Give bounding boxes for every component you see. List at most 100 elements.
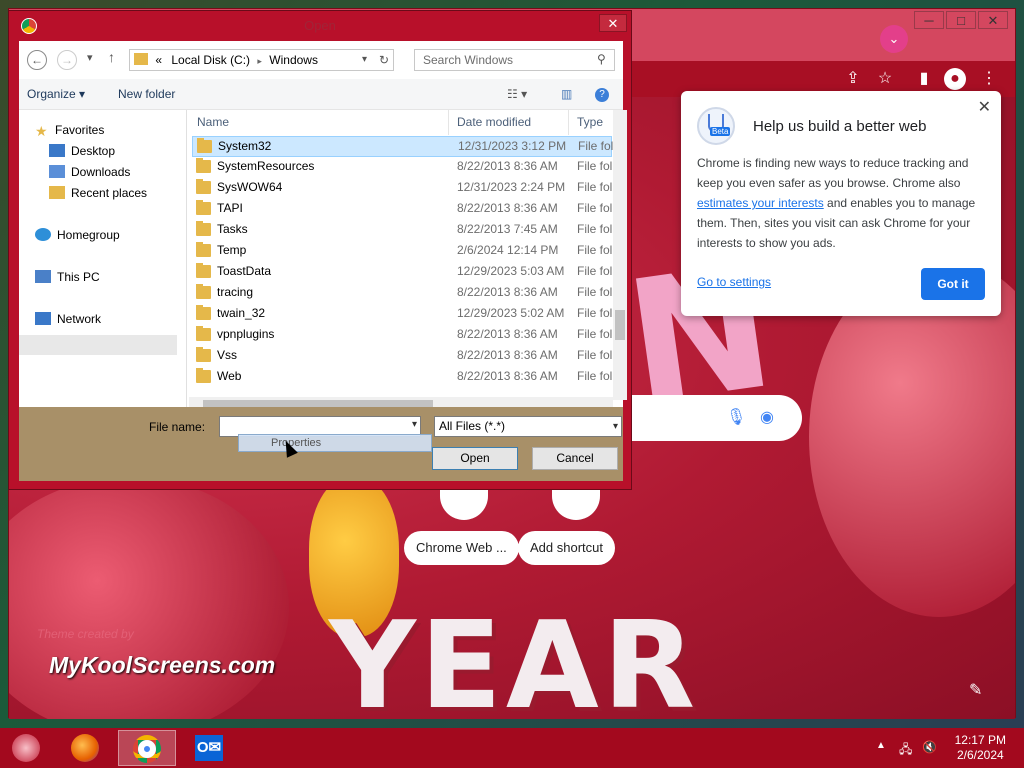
file-date: 12/29/2023 5:02 AM [457,306,565,320]
file-row[interactable]: ToastData 12/29/2023 5:03 AM File fol [192,262,612,283]
recent-locations-chevron-icon[interactable]: ▾ [87,51,93,64]
network-icon [35,312,51,325]
file-row[interactable]: Web 8/22/2013 8:36 AM File fol [192,367,612,388]
address-bar[interactable]: « Local Disk (C:) ▸ Windows ▾ ↻ [129,49,394,71]
downloads-icon [49,165,65,178]
help-icon[interactable]: ? [595,88,609,102]
file-type: File fol [577,222,613,236]
clock-date: 2/6/2024 [956,748,1004,762]
shortcut-chrome-web-store[interactable]: Chrome Web ... [404,531,519,565]
column-header-date[interactable]: Date modified [449,110,569,135]
nav-network[interactable]: Network [35,312,101,326]
file-type: File fol [577,264,613,278]
vertical-scrollbar[interactable] [613,110,627,400]
system-clock[interactable]: 12:17 PM 2/6/2024 [955,733,1006,763]
nav-homegroup[interactable]: Homegroup [35,228,120,242]
up-arrow-icon[interactable]: ↑ [108,49,115,65]
breadcrumb-prefix[interactable]: « [155,53,162,67]
estimates-interests-link[interactable]: estimates your interests [697,196,824,210]
file-row[interactable]: tracing 8/22/2013 8:36 AM File fol [192,283,612,304]
file-row[interactable]: Temp 2/6/2024 12:14 PM File fol [192,241,612,262]
file-date: 12/31/2023 3:12 PM [458,139,567,153]
start-button-icon[interactable] [12,734,40,762]
file-open-dialog: Open ✕ ← → ▾ ↑ « Local Disk (C:) ▸ Windo… [8,10,632,490]
customize-pencil-icon[interactable]: ✎ [969,680,982,700]
go-to-settings-link[interactable]: Go to settings [697,275,771,289]
new-folder-button[interactable]: New folder [118,87,175,101]
breadcrumb-windows[interactable]: Windows [269,53,318,67]
firefox-icon[interactable] [56,730,114,766]
popup-text: Chrome is finding new ways to reduce tra… [697,156,969,190]
file-date: 8/22/2013 8:36 AM [457,285,558,299]
file-type-select[interactable]: All Files (*.*) ▾ [434,416,622,437]
folder-icon [196,368,211,383]
file-row[interactable]: SystemResources 8/22/2013 8:36 AM File fol [192,157,612,178]
shortcut-add[interactable]: Add shortcut [518,531,615,565]
nav-this-pc[interactable]: This PC [35,270,100,284]
close-icon[interactable]: ✕ [978,97,991,117]
nav-desktop[interactable]: Desktop [49,144,115,158]
profile-avatar-icon[interactable]: ● [944,68,966,90]
outlook-icon[interactable]: O✉ [180,730,238,766]
nav-selection-highlight [19,335,177,355]
chevron-down-icon[interactable]: ⌄ [880,25,908,53]
search-input[interactable]: Search Windows [414,49,615,71]
view-options-icon[interactable]: ☷ ▾ [507,87,527,101]
nav-downloads[interactable]: Downloads [49,165,130,179]
chrome-icon[interactable] [118,730,176,766]
side-panel-icon[interactable]: ▮ [912,67,936,91]
forward-arrow-icon[interactable]: → [57,50,77,70]
nav-favorites[interactable]: ★ Favorites [35,123,104,139]
file-row[interactable]: twain_32 12/29/2023 5:02 AM File fol [192,304,612,325]
address-dropdown-icon[interactable]: ▾ [362,50,367,70]
breadcrumb-separator[interactable]: ▸ [257,56,262,66]
column-header-type[interactable]: Type [569,110,613,135]
file-row[interactable]: SysWOW64 12/31/2023 2:24 PM File fol [192,178,612,199]
organize-menu[interactable]: Organize ▾ [27,87,85,101]
dialog-close-button[interactable]: ✕ [599,14,627,32]
beta-label: Beta [710,127,731,136]
folder-icon [197,138,212,153]
file-date: 8/22/2013 8:36 AM [457,201,558,215]
tray-overflow-icon[interactable]: ▲ [876,740,886,751]
file-row[interactable]: vpnplugins 8/22/2013 8:36 AM File fol [192,325,612,346]
file-type: File fol [577,243,613,257]
file-row[interactable]: Tasks 8/22/2013 7:45 AM File fol [192,220,612,241]
chevron-down-icon[interactable]: ▾ [412,419,417,430]
share-icon[interactable]: ⇪ [841,67,865,91]
lens-camera-icon[interactable]: ◉ [760,407,774,427]
nav-label: Homegroup [57,228,120,242]
bookmark-star-icon[interactable]: ☆ [873,67,897,91]
refresh-icon[interactable]: ↻ [379,50,389,70]
back-arrow-icon[interactable]: ← [27,50,47,70]
properties-tooltip: Properties [238,434,432,452]
file-list: Name Date modified Type System32 12/31/20… [189,110,613,406]
file-row[interactable]: TAPI 8/22/2013 8:36 AM File fol [192,199,612,220]
breadcrumb-local-disk[interactable]: Local Disk (C:) [171,53,250,67]
got-it-button[interactable]: Got it [921,268,985,300]
chevron-down-icon[interactable]: ▾ [613,417,618,436]
theme-credit[interactable]: Theme created by [37,627,134,641]
network-tray-icon[interactable]: 🖧 [899,740,912,761]
minimize-button[interactable]: ─ [914,11,944,29]
file-row[interactable]: Vss 8/22/2013 8:36 AM File fol [192,346,612,367]
open-button[interactable]: Open [432,447,518,470]
preview-pane-icon[interactable]: ▥ [561,87,572,101]
microphone-icon[interactable]: 🎙 [726,407,746,427]
scrollbar-thumb[interactable] [615,310,625,340]
nav-recent-places[interactable]: Recent places [49,186,147,200]
file-type-value: All Files (*.*) [439,419,506,433]
close-button[interactable]: ✕ [978,11,1008,29]
maximize-button[interactable]: □ [946,11,976,29]
file-name: TAPI [217,201,243,215]
theme-brand[interactable]: MyKoolScreens.com [49,652,275,679]
column-header-name[interactable]: Name [189,110,449,135]
desktop-icon [49,144,65,157]
navigation-pane: ★ Favorites Desktop Downloads Recent plac… [19,110,187,407]
ntp-search-box[interactable]: 🎙 ◉ [614,395,802,441]
file-name: tracing [217,285,254,299]
menu-kebab-icon[interactable]: ⋮ [977,67,1001,91]
cancel-button[interactable]: Cancel [532,447,618,470]
volume-muted-icon[interactable]: 🔇 [922,740,937,754]
file-row[interactable]: System32 12/31/2023 3:12 PM File fol [192,136,613,157]
